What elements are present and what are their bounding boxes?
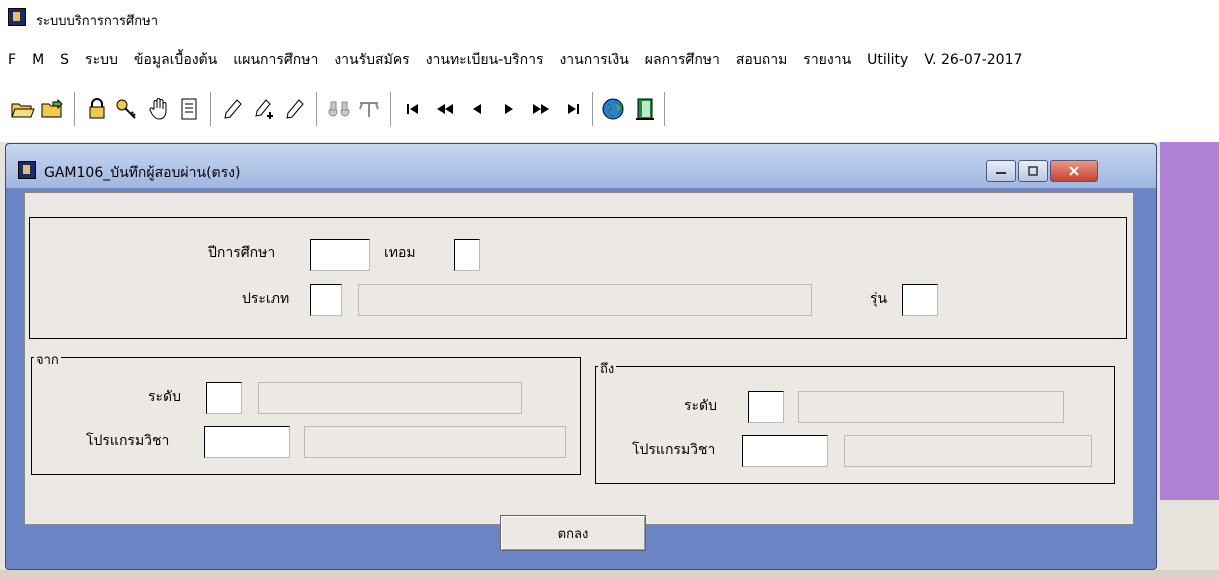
menu-utility[interactable]: Utility — [859, 52, 916, 68]
type-name-field — [358, 284, 812, 316]
menu-registration[interactable]: งานทะเบียน-บริการ — [418, 49, 552, 71]
app-title-bar: ระบบบริการการศึกษา — [0, 0, 1219, 40]
from-program-label: โปรแกรมวิชา — [86, 433, 170, 449]
pencil-edit-icon[interactable] — [282, 96, 308, 122]
to-program-input[interactable] — [742, 435, 828, 467]
menu-study-plan[interactable]: แผนการศึกษา — [225, 49, 326, 71]
term-label: เทอม — [384, 245, 416, 261]
export-folder-icon[interactable] — [40, 96, 66, 122]
document-icon[interactable] — [176, 96, 202, 122]
from-program-name-field — [304, 426, 566, 458]
previous-record-icon[interactable] — [464, 96, 490, 122]
next-page-icon[interactable] — [528, 96, 554, 122]
type-code-input[interactable] — [310, 284, 342, 316]
menu-f[interactable]: F — [0, 52, 24, 68]
next-record-icon[interactable] — [496, 96, 522, 122]
app-title: ระบบบริการการศึกษา — [36, 14, 159, 29]
maximize-button[interactable] — [1018, 160, 1048, 182]
menu-admission[interactable]: งานรับสมัคร — [326, 49, 417, 71]
exit-door-icon[interactable] — [632, 96, 658, 122]
open-folder-icon[interactable] — [10, 96, 36, 122]
year-input[interactable] — [310, 239, 370, 271]
menu-system[interactable]: ระบบ — [77, 49, 126, 71]
to-program-label: โปรแกรมวิชา — [632, 442, 716, 458]
from-level-name-field — [258, 382, 522, 414]
hand-icon[interactable] — [146, 96, 172, 122]
to-level-input[interactable] — [748, 391, 784, 423]
pencil-icon[interactable] — [220, 96, 246, 122]
last-record-icon[interactable] — [560, 96, 586, 122]
globe-icon[interactable] — [600, 96, 626, 122]
batch-label: รุ่น — [870, 291, 888, 307]
toolbar — [0, 82, 1219, 138]
menu-s[interactable]: S — [52, 52, 77, 68]
to-level-name-field — [798, 391, 1064, 423]
keys-icon[interactable] — [114, 96, 140, 122]
to-group-label: ถึง — [598, 358, 617, 379]
type-label: ประเภท — [242, 291, 290, 307]
menu-basic-data[interactable]: ข้อมูลเบื้องต้น — [126, 49, 225, 71]
filter-icon[interactable] — [356, 96, 382, 122]
window-icon — [18, 161, 36, 179]
menu-inquiry[interactable]: สอบถาม — [728, 49, 795, 71]
app-icon — [8, 8, 26, 26]
from-level-input[interactable] — [206, 382, 242, 414]
from-groupbox: จาก ระดับ โปรแกรมวิชา — [31, 349, 581, 475]
menu-report[interactable]: รายงาน — [795, 49, 859, 71]
from-level-label: ระดับ — [148, 389, 182, 405]
previous-page-icon[interactable] — [432, 96, 458, 122]
menu-bar: F M S ระบบ ข้อมูลเบื้องต้น แผนการศึกษา ง… — [0, 40, 1219, 80]
version-label: V. 26-07-2017 — [924, 52, 1023, 68]
lock-icon[interactable] — [84, 96, 110, 122]
term-input[interactable] — [454, 239, 480, 271]
first-record-icon[interactable] — [400, 96, 426, 122]
to-groupbox: ถึง ระดับ โปรแกรมวิชา — [595, 358, 1115, 484]
pencil-add-icon[interactable] — [252, 96, 278, 122]
to-program-name-field — [844, 435, 1092, 467]
minimize-button[interactable] — [986, 160, 1016, 182]
menu-finance[interactable]: งานการเงิน — [551, 49, 636, 71]
menu-results[interactable]: ผลการศึกษา — [637, 49, 728, 71]
ok-button[interactable]: ตกลง — [500, 515, 646, 551]
from-program-input[interactable] — [204, 426, 290, 458]
to-level-label: ระดับ — [684, 398, 718, 414]
year-label: ปีการศึกษา — [208, 245, 276, 261]
close-button[interactable] — [1050, 160, 1098, 182]
window-title: GAM106_บันทึกผู้สอบผ่าน(ตรง) — [44, 165, 241, 181]
menu-m[interactable]: M — [24, 52, 52, 68]
batch-input[interactable] — [902, 284, 938, 316]
year-term-panel: ปีการศึกษา เทอม ประเภท รุ่น — [29, 217, 1127, 339]
form-window: GAM106_บันทึกผู้สอบผ่าน(ตรง) ปีการศึกษา … — [5, 143, 1157, 570]
form-client-area: ปีการศึกษา เทอม ประเภท รุ่น จาก ระดับ โป… — [24, 192, 1134, 525]
window-caption[interactable]: GAM106_บันทึกผู้สอบผ่าน(ตรง) — [6, 144, 1156, 188]
from-group-label: จาก — [34, 349, 61, 370]
binoculars-icon[interactable] — [326, 96, 352, 122]
mdi-bottom-strip — [0, 570, 1219, 579]
mdi-accent-area — [1160, 142, 1219, 500]
